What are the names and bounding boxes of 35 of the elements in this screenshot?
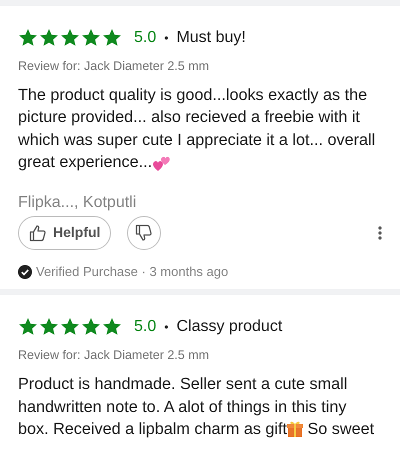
- review-title: Classy product: [176, 317, 282, 338]
- star-icon: [102, 317, 122, 338]
- separator-dot: •: [164, 319, 168, 336]
- star-icon: [81, 28, 101, 48]
- more-icon: [378, 226, 382, 240]
- review-text: Product is handmade. Seller sent a cute small: [18, 374, 348, 395]
- review-text: box. Received a lipbalm charm as gift: [18, 419, 288, 440]
- rating-value: 5.0: [134, 28, 156, 48]
- star-icon: [39, 317, 59, 338]
- star-icon: [60, 317, 80, 338]
- star-icon: [39, 28, 59, 48]
- review-title: Must buy!: [176, 28, 246, 48]
- review-text: picture provided... also recieved a freebie with it: [18, 107, 360, 128]
- star-icon: [18, 28, 38, 48]
- review-text: great experience...: [18, 152, 152, 174]
- check-circle-icon: [18, 264, 32, 278]
- gift-icon: [287, 420, 304, 438]
- reviewer-name: Flipka..., Kotputli: [18, 194, 138, 212]
- thumbs-up-icon: [29, 224, 47, 242]
- star-icon: [102, 28, 122, 48]
- star-icon: [18, 317, 38, 338]
- verified-purchase-text: Verified Purchase · 3 months ago: [36, 262, 228, 281]
- star-icon: [81, 317, 101, 338]
- review-product: Review for: Jack Diameter 2.5 mm: [18, 58, 210, 75]
- thumbs-down-icon: [135, 224, 154, 242]
- review-text: The product quality is good...looks exactly as the: [18, 84, 368, 106]
- dislike-button[interactable]: [127, 216, 162, 250]
- review-product: Review for: Jack Diameter 2.5 mm: [18, 347, 210, 364]
- rating-value: 5.0: [134, 317, 156, 338]
- review-text: So sweet: [306, 419, 374, 440]
- review-text: which was super cute I appreciate it a lot... overall: [18, 130, 376, 151]
- review-text: handwritten note to. A alot of things in this tiny: [18, 396, 346, 418]
- separator-dot: •: [164, 30, 168, 47]
- helpful-button[interactable]: Helpful: [18, 216, 112, 250]
- star-icon: [60, 28, 80, 48]
